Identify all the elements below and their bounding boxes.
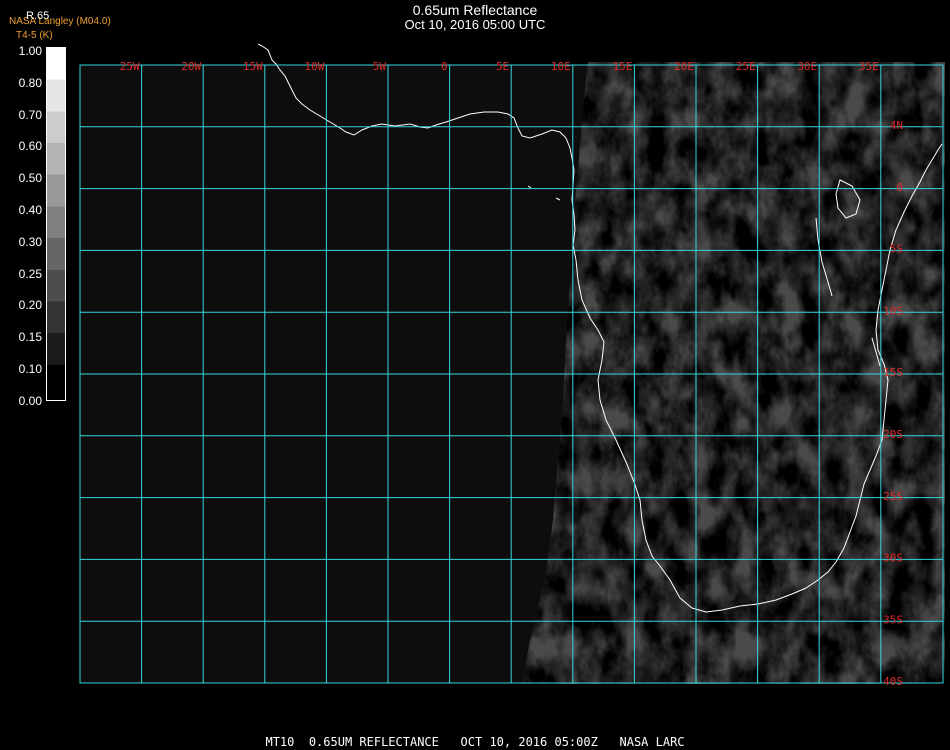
latitude-label: 20S xyxy=(883,428,903,441)
longitude-label: 15E xyxy=(613,60,633,73)
longitude-label: 20E xyxy=(674,60,694,73)
longitude-label: 10W xyxy=(305,60,325,73)
longitude-label: 20W xyxy=(181,60,201,73)
latitude-label: 25S xyxy=(883,490,903,503)
longitude-label: 15W xyxy=(243,60,263,73)
latitude-label: 0 xyxy=(896,181,903,194)
latitude-label: 30S xyxy=(883,552,903,565)
latitude-label: 35S xyxy=(883,613,903,626)
longitude-label: 35E xyxy=(859,60,879,73)
longitude-label: 25W xyxy=(120,60,140,73)
footer-caption: MT10 0.65UM REFLECTANCE OCT 10, 2016 05:… xyxy=(265,735,685,749)
longitude-label: 5W xyxy=(373,60,387,73)
satellite-image-viewer: 0.65um Reflectance Oct 10, 2016 05:00 UT… xyxy=(0,0,950,750)
longitude-label: 30E xyxy=(797,60,817,73)
latitude-label: 5S xyxy=(890,243,903,256)
latitude-label: 10S xyxy=(883,304,903,317)
longitude-label: 5E xyxy=(496,60,509,73)
latitude-label: 40S xyxy=(883,675,903,688)
latitude-label: 4N xyxy=(890,119,903,132)
longitude-label: 0 xyxy=(441,60,448,73)
satellite-map: 25W 20W 15W 10W 5W 0 5E 10E 15E 20E 25E 30E 35E 4N 0 5S… xyxy=(79,43,945,688)
longitude-label: 25E xyxy=(736,60,756,73)
longitude-label: 10E xyxy=(551,60,571,73)
latitude-label: 15S xyxy=(883,366,903,379)
